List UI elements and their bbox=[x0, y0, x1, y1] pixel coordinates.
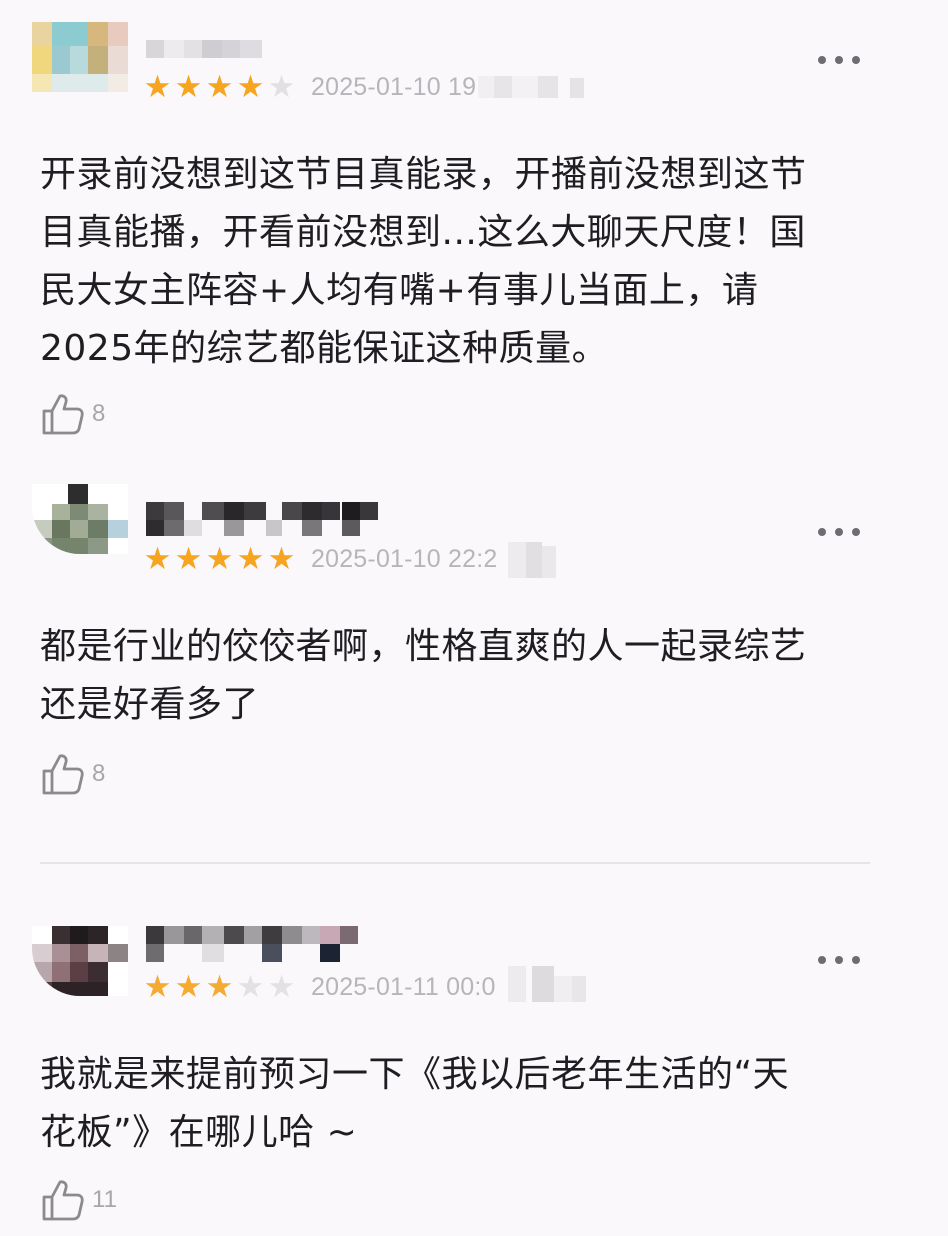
avatar[interactable] bbox=[32, 926, 128, 996]
username-redacted bbox=[146, 502, 386, 536]
more-options-button[interactable] bbox=[818, 50, 860, 70]
star-empty-icon: ★ bbox=[236, 969, 265, 1005]
review-text: 开录前没想到这节目真能录，开播前没想到这节 目真能播，开看前没想到...这么大聊… bbox=[40, 154, 807, 369]
star-filled-icon: ★ bbox=[174, 969, 203, 1005]
like-button[interactable]: 8 bbox=[40, 750, 105, 798]
like-button[interactable]: 8 bbox=[40, 390, 105, 438]
avatar[interactable] bbox=[32, 484, 128, 554]
rating-stars: ★ ★ ★ ★ ★ bbox=[142, 69, 297, 105]
more-dots-icon bbox=[818, 956, 826, 964]
like-count: 8 bbox=[92, 760, 106, 787]
more-dots-icon bbox=[818, 56, 826, 64]
thumbs-up-icon bbox=[40, 1177, 86, 1223]
like-button[interactable]: 11 bbox=[40, 1176, 117, 1224]
star-filled-icon: ★ bbox=[143, 541, 172, 577]
star-filled-icon: ★ bbox=[205, 69, 234, 105]
review-date: 2025-01-10 19 bbox=[311, 73, 477, 101]
rating-stars: ★ ★ ★ ★ ★ bbox=[142, 541, 297, 577]
star-filled-icon: ★ bbox=[236, 69, 265, 105]
time-redacted bbox=[508, 542, 558, 578]
thumbs-up-icon bbox=[40, 751, 86, 797]
avatar[interactable] bbox=[32, 22, 128, 92]
time-redacted bbox=[508, 966, 588, 1002]
star-filled-icon: ★ bbox=[205, 969, 234, 1005]
thumbs-up-icon bbox=[40, 391, 86, 437]
star-empty-icon: ★ bbox=[267, 69, 296, 105]
star-empty-icon: ★ bbox=[267, 969, 296, 1005]
star-filled-icon: ★ bbox=[236, 541, 265, 577]
divider bbox=[40, 862, 870, 864]
more-dots-icon bbox=[818, 528, 826, 536]
username-redacted bbox=[146, 36, 386, 70]
more-options-button[interactable] bbox=[818, 522, 860, 542]
rating-stars: ★ ★ ★ ★ ★ bbox=[142, 969, 297, 1005]
star-filled-icon: ★ bbox=[205, 541, 234, 577]
star-filled-icon: ★ bbox=[174, 69, 203, 105]
star-filled-icon: ★ bbox=[143, 969, 172, 1005]
review-text: 都是行业的佼佼者啊，性格直爽的人一起录综艺 还是好看多了 bbox=[40, 626, 807, 725]
star-filled-icon: ★ bbox=[267, 541, 296, 577]
review-date: 2025-01-11 00:0 bbox=[311, 973, 496, 1001]
username-redacted bbox=[146, 926, 366, 962]
review-text: 我就是来提前预习一下《我以后老年生活的“天 花板”》在哪儿哈 ~ bbox=[40, 1054, 790, 1153]
star-filled-icon: ★ bbox=[174, 541, 203, 577]
more-options-button[interactable] bbox=[818, 950, 860, 970]
like-count: 8 bbox=[92, 400, 106, 427]
like-count: 11 bbox=[92, 1186, 117, 1213]
time-redacted bbox=[478, 72, 598, 102]
review-date: 2025-01-10 22:2 bbox=[311, 545, 498, 573]
star-filled-icon: ★ bbox=[143, 69, 172, 105]
